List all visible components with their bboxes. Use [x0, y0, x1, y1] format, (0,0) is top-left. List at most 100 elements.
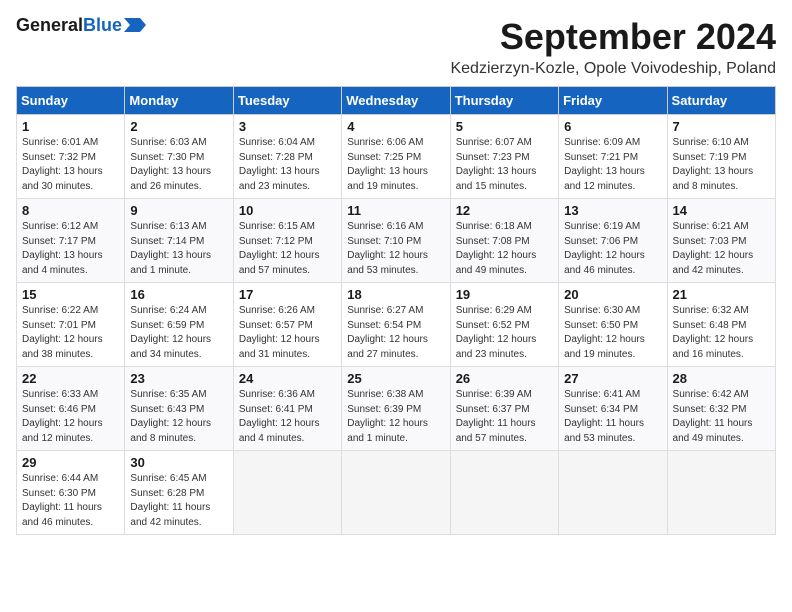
table-row: 6 Sunrise: 6:09 AMSunset: 7:21 PMDaylight…	[559, 115, 667, 199]
table-row: 12Sunrise: 6:18 AMSunset: 7:08 PMDayligh…	[450, 199, 558, 283]
logo-blue: Blue	[83, 15, 122, 35]
weekday-header-monday: Monday	[125, 87, 233, 115]
day-number: 16	[130, 287, 227, 302]
day-number: 23	[130, 371, 227, 386]
day-number: 11	[347, 203, 444, 218]
day-number: 19	[456, 287, 553, 302]
table-row: 5 Sunrise: 6:07 AMSunset: 7:23 PMDaylight…	[450, 115, 558, 199]
table-row: 30 Sunrise: 6:45 AMSunset: 6:28 PMDayligh…	[125, 451, 233, 535]
day-info: Sunrise: 6:01 AMSunset: 7:32 PMDaylight:…	[22, 137, 103, 192]
weekday-header-sunday: Sunday	[17, 87, 125, 115]
calendar-week-5: 29Sunrise: 6:44 AMSunset: 6:30 PMDayligh…	[17, 451, 776, 535]
day-info: Sunrise: 6:32 AMSunset: 6:48 PMDaylight:…	[673, 305, 754, 360]
day-number: 4	[347, 119, 444, 134]
day-number: 6	[564, 119, 661, 134]
page-header: GeneralBlue September 2024 Kedzierzyn-Ko…	[16, 16, 776, 78]
table-row: 28 Sunrise: 6:42 AMSunset: 6:32 PMDayligh…	[667, 367, 775, 451]
day-info: Sunrise: 6:38 AMSunset: 6:39 PMDaylight:…	[347, 389, 428, 444]
day-info: Sunrise: 6:15 AMSunset: 7:12 PMDaylight:…	[239, 221, 320, 276]
day-info: Sunrise: 6:16 AMSunset: 7:10 PMDaylight:…	[347, 221, 428, 276]
day-info: Sunrise: 6:39 AMSunset: 6:37 PMDaylight:…	[456, 389, 536, 444]
day-info: Sunrise: 6:21 AMSunset: 7:03 PMDaylight:…	[673, 221, 754, 276]
day-info: Sunrise: 6:26 AMSunset: 6:57 PMDaylight:…	[239, 305, 320, 360]
table-row: 3 Sunrise: 6:04 AMSunset: 7:28 PMDaylight…	[233, 115, 341, 199]
day-number: 3	[239, 119, 336, 134]
day-info: Sunrise: 6:33 AMSunset: 6:46 PMDaylight:…	[22, 389, 103, 444]
logo-icon	[124, 18, 146, 32]
table-row: 7 Sunrise: 6:10 AMSunset: 7:19 PMDaylight…	[667, 115, 775, 199]
day-info: Sunrise: 6:22 AMSunset: 7:01 PMDaylight:…	[22, 305, 103, 360]
day-info: Sunrise: 6:35 AMSunset: 6:43 PMDaylight:…	[130, 389, 211, 444]
logo-row: GeneralBlue	[16, 16, 146, 34]
table-row: 17 Sunrise: 6:26 AMSunset: 6:57 PMDayligh…	[233, 283, 341, 367]
day-info: Sunrise: 6:45 AMSunset: 6:28 PMDaylight:…	[130, 473, 210, 528]
table-row	[342, 451, 450, 535]
table-row: 2 Sunrise: 6:03 AMSunset: 7:30 PMDaylight…	[125, 115, 233, 199]
table-row: 21 Sunrise: 6:32 AMSunset: 6:48 PMDayligh…	[667, 283, 775, 367]
day-number: 1	[22, 119, 119, 134]
day-info: Sunrise: 6:03 AMSunset: 7:30 PMDaylight:…	[130, 137, 211, 192]
month-title: September 2024	[450, 16, 776, 58]
table-row: 26 Sunrise: 6:39 AMSunset: 6:37 PMDayligh…	[450, 367, 558, 451]
day-number: 30	[130, 455, 227, 470]
day-number: 27	[564, 371, 661, 386]
table-row: 1 Sunrise: 6:01 AMSunset: 7:32 PMDaylight…	[17, 115, 125, 199]
day-info: Sunrise: 6:36 AMSunset: 6:41 PMDaylight:…	[239, 389, 320, 444]
day-number: 26	[456, 371, 553, 386]
day-info: Sunrise: 6:29 AMSunset: 6:52 PMDaylight:…	[456, 305, 537, 360]
day-number: 10	[239, 203, 336, 218]
day-number: 17	[239, 287, 336, 302]
logo-text: GeneralBlue	[16, 16, 122, 34]
weekday-header-saturday: Saturday	[667, 87, 775, 115]
day-number: 20	[564, 287, 661, 302]
calendar-week-1: 1 Sunrise: 6:01 AMSunset: 7:32 PMDaylight…	[17, 115, 776, 199]
table-row: 14Sunrise: 6:21 AMSunset: 7:03 PMDayligh…	[667, 199, 775, 283]
day-info: Sunrise: 6:13 AMSunset: 7:14 PMDaylight:…	[130, 221, 211, 276]
weekday-header-wednesday: Wednesday	[342, 87, 450, 115]
day-number: 25	[347, 371, 444, 386]
table-row: 25 Sunrise: 6:38 AMSunset: 6:39 PMDayligh…	[342, 367, 450, 451]
day-number: 28	[673, 371, 770, 386]
table-row: 9 Sunrise: 6:13 AMSunset: 7:14 PMDaylight…	[125, 199, 233, 283]
day-number: 15	[22, 287, 119, 302]
day-info: Sunrise: 6:18 AMSunset: 7:08 PMDaylight:…	[456, 221, 537, 276]
day-number: 2	[130, 119, 227, 134]
day-info: Sunrise: 6:10 AMSunset: 7:19 PMDaylight:…	[673, 137, 754, 192]
day-info: Sunrise: 6:12 AMSunset: 7:17 PMDaylight:…	[22, 221, 103, 276]
weekday-header-tuesday: Tuesday	[233, 87, 341, 115]
table-row: 22 Sunrise: 6:33 AMSunset: 6:46 PMDayligh…	[17, 367, 125, 451]
logo-area: GeneralBlue	[16, 16, 146, 34]
table-row: 11 Sunrise: 6:16 AMSunset: 7:10 PMDayligh…	[342, 199, 450, 283]
day-info: Sunrise: 6:27 AMSunset: 6:54 PMDaylight:…	[347, 305, 428, 360]
day-info: Sunrise: 6:44 AMSunset: 6:30 PMDaylight:…	[22, 473, 102, 528]
table-row: 24 Sunrise: 6:36 AMSunset: 6:41 PMDayligh…	[233, 367, 341, 451]
day-number: 21	[673, 287, 770, 302]
day-info: Sunrise: 6:04 AMSunset: 7:28 PMDaylight:…	[239, 137, 320, 192]
calendar-week-2: 8Sunrise: 6:12 AMSunset: 7:17 PMDaylight…	[17, 199, 776, 283]
day-info: Sunrise: 6:19 AMSunset: 7:06 PMDaylight:…	[564, 221, 645, 276]
calendar-table: SundayMondayTuesdayWednesdayThursdayFrid…	[16, 86, 776, 535]
day-number: 9	[130, 203, 227, 218]
day-number: 5	[456, 119, 553, 134]
table-row: 23 Sunrise: 6:35 AMSunset: 6:43 PMDayligh…	[125, 367, 233, 451]
table-row: 18Sunrise: 6:27 AMSunset: 6:54 PMDayligh…	[342, 283, 450, 367]
day-number: 13	[564, 203, 661, 218]
day-info: Sunrise: 6:06 AMSunset: 7:25 PMDaylight:…	[347, 137, 428, 192]
weekday-header-row: SundayMondayTuesdayWednesdayThursdayFrid…	[17, 87, 776, 115]
day-number: 22	[22, 371, 119, 386]
table-row	[559, 451, 667, 535]
table-row: 15 Sunrise: 6:22 AMSunset: 7:01 PMDayligh…	[17, 283, 125, 367]
table-row: 27 Sunrise: 6:41 AMSunset: 6:34 PMDayligh…	[559, 367, 667, 451]
day-info: Sunrise: 6:09 AMSunset: 7:21 PMDaylight:…	[564, 137, 645, 192]
title-area: September 2024 Kedzierzyn-Kozle, Opole V…	[450, 16, 776, 78]
day-info: Sunrise: 6:41 AMSunset: 6:34 PMDaylight:…	[564, 389, 644, 444]
table-row: 16 Sunrise: 6:24 AMSunset: 6:59 PMDayligh…	[125, 283, 233, 367]
day-info: Sunrise: 6:24 AMSunset: 6:59 PMDaylight:…	[130, 305, 211, 360]
table-row: 10 Sunrise: 6:15 AMSunset: 7:12 PMDayligh…	[233, 199, 341, 283]
day-number: 7	[673, 119, 770, 134]
day-info: Sunrise: 6:42 AMSunset: 6:32 PMDaylight:…	[673, 389, 753, 444]
day-number: 24	[239, 371, 336, 386]
weekday-header-thursday: Thursday	[450, 87, 558, 115]
table-row	[450, 451, 558, 535]
day-info: Sunrise: 6:07 AMSunset: 7:23 PMDaylight:…	[456, 137, 537, 192]
